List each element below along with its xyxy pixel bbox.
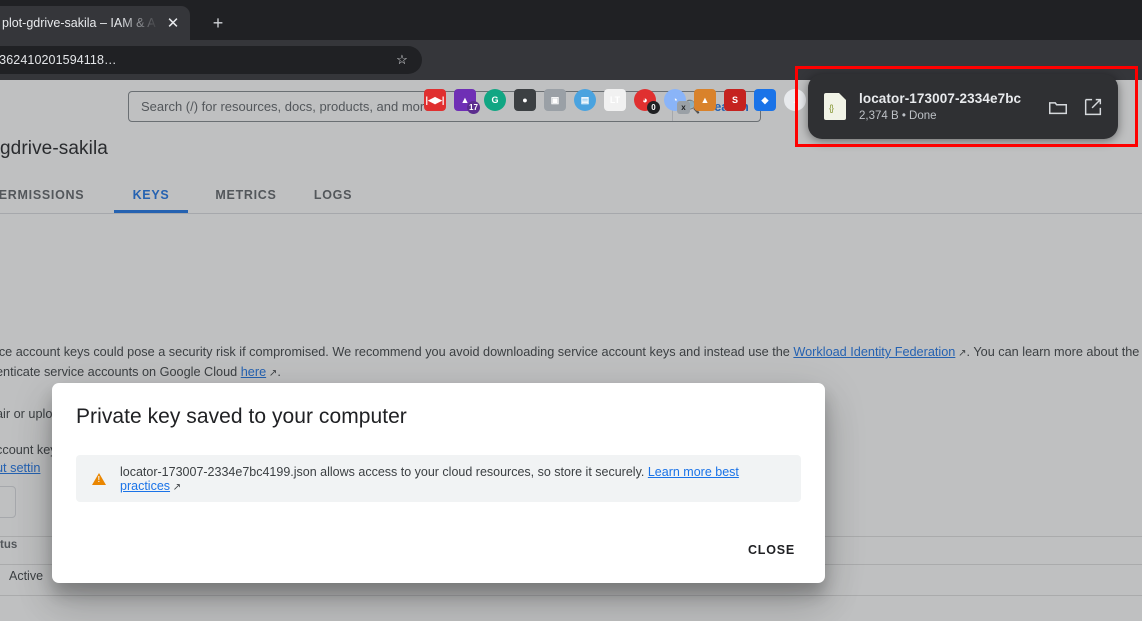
s-red-extension-glyph: S <box>731 95 738 105</box>
download-bubble: {} locator-173007-2334e7bc 2,374 B • Don… <box>808 74 1118 139</box>
purple-arrow-extension-badge: 17 <box>467 101 480 114</box>
json-file-icon: {} <box>824 93 846 120</box>
screenshot-camera-extension[interactable]: ▣ <box>544 89 566 111</box>
download-item-meta: locator-173007-2334e7bc 2,374 B • Done <box>859 91 1034 122</box>
dialog-alert-text: locator-173007-2334e7bc4199.json allows … <box>120 465 785 493</box>
fox-extension-glyph: ▲ <box>700 95 710 105</box>
blue-diamond-extension-glyph: ◆ <box>761 94 769 105</box>
honey-extension[interactable]: |◀▶| <box>424 89 446 111</box>
screenshot-camera-extension-glyph: ▣ <box>550 94 560 105</box>
browser-tab-title: plot-gdrive-sakila – IAM & A <box>2 16 156 30</box>
open-external-icon[interactable] <box>1082 96 1104 118</box>
red-call-extension[interactable]: ◕ 0 <box>634 89 660 114</box>
s-red-extension[interactable]: S <box>724 89 746 111</box>
close-button[interactable]: CLOSE <box>740 535 803 565</box>
bomb-extension-glyph: ● <box>522 95 528 105</box>
dialog-alert-banner: locator-173007-2334e7bc4199.json allows … <box>76 455 801 502</box>
alert-text-body: locator-173007-2334e7bc4199.json allows … <box>120 464 648 479</box>
close-icon[interactable]: ✕ <box>164 16 182 31</box>
music-note-extension-glyph: ♪ <box>792 95 798 105</box>
json-file-icon-mark: {} <box>829 103 834 113</box>
browser-tab[interactable]: plot-gdrive-sakila – IAM & A ✕ <box>0 6 190 40</box>
bomb-extension[interactable]: ● <box>514 89 536 111</box>
warning-triangle-icon <box>92 472 106 485</box>
download-status: 2,374 B • Done <box>859 110 937 122</box>
browser-tab-strip: plot-gdrive-sakila – IAM & A ✕ + <box>0 0 1142 40</box>
music-note-extension[interactable]: ♪ <box>784 89 806 111</box>
chat-bubble-extension[interactable]: ▤ <box>574 89 596 111</box>
lt-grammar-extension-glyph: LT <box>609 95 621 105</box>
honey-extension-glyph: |◀▶| <box>425 94 445 105</box>
private-key-dialog: Private key saved to your computer locat… <box>52 383 825 583</box>
purple-arrow-extension[interactable]: ▲ 17 <box>454 89 480 114</box>
new-tab-button[interactable]: + <box>205 11 231 37</box>
blue-diamond-extension[interactable]: ◆ <box>754 89 776 111</box>
address-bar-url: iam-admin/serviceaccounts/details/103803… <box>0 53 117 67</box>
chat-bubble-extension-glyph: ▤ <box>580 94 590 105</box>
grammarly-extension[interactable]: G <box>484 89 506 111</box>
grammarly-extension-glyph: G <box>491 95 499 105</box>
download-filename: locator-173007-2334e7bc <box>859 91 1022 106</box>
color-picker-extension-badge: x <box>677 101 690 114</box>
folder-icon[interactable] <box>1047 96 1069 118</box>
fox-extension[interactable]: ▲ <box>694 89 716 111</box>
color-picker-extension[interactable]: ◔ x <box>664 89 690 114</box>
dialog-title: Private key saved to your computer <box>76 405 407 428</box>
bookmark-star-icon[interactable]: ☆ <box>392 52 412 68</box>
lt-grammar-extension[interactable]: LT <box>604 89 626 111</box>
red-call-extension-badge: 0 <box>647 101 660 114</box>
screenshot-root: 🔍 Search gdrive-sakila PERMISSIONS KEYS … <box>0 0 1142 621</box>
external-link-icon-4: ↗ <box>170 481 182 493</box>
address-bar[interactable]: iam-admin/serviceaccounts/details/103803… <box>0 46 422 74</box>
